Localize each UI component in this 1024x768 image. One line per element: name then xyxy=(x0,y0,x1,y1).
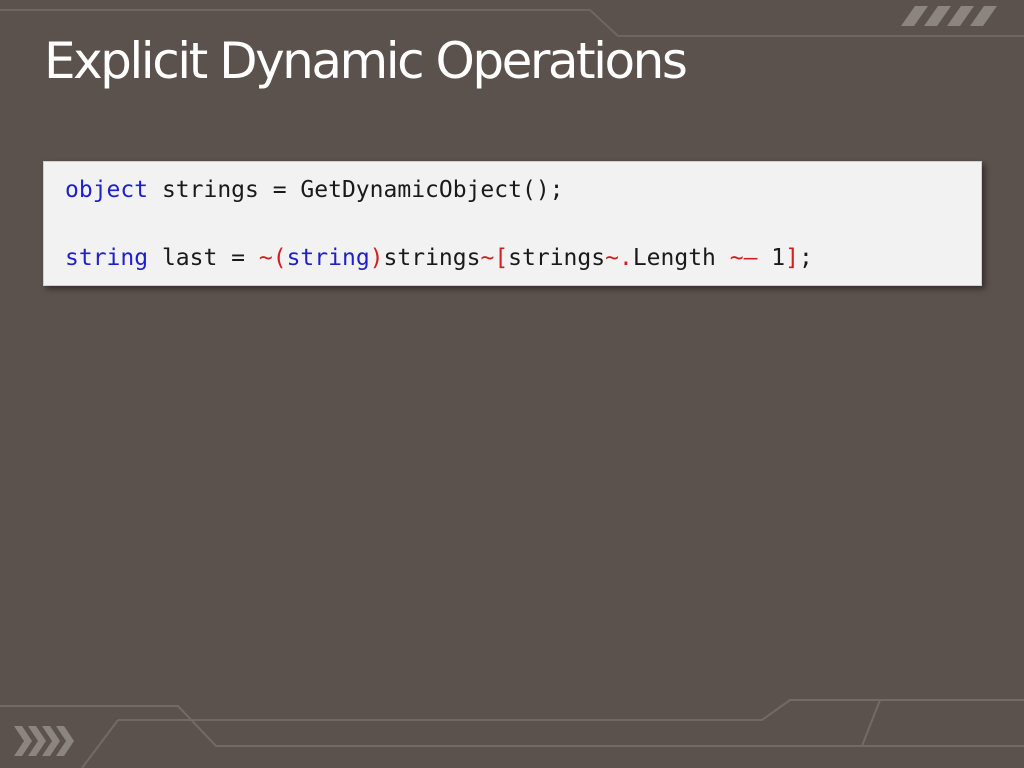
code-text: Length xyxy=(632,245,730,271)
code-text: ; xyxy=(799,245,813,271)
slide: Explicit Dynamic Operations object strin… xyxy=(0,0,1024,768)
bottom-frame-line-2 xyxy=(118,699,1024,721)
stripe-2 xyxy=(924,6,951,26)
code-text: strings = GetDynamicObject(); xyxy=(148,177,564,203)
code-text: last = xyxy=(148,245,259,271)
stripe-4 xyxy=(970,6,997,26)
stripe-3 xyxy=(947,6,974,26)
code-text: strings xyxy=(383,245,481,271)
dynamic-operator: ~. xyxy=(605,245,633,271)
dynamic-operator: ) xyxy=(369,245,384,271)
slide-decoration xyxy=(0,6,1024,768)
keyword-string-cast: string xyxy=(286,245,370,271)
dynamic-operator: ] xyxy=(785,245,800,271)
bottom-frame-line-4 xyxy=(861,699,881,747)
bottom-frame-line-3 xyxy=(81,719,119,768)
keyword-string: string xyxy=(65,245,149,271)
dynamic-operator: ~( xyxy=(258,245,287,271)
code-block: object strings = GetDynamicObject(); str… xyxy=(43,161,982,286)
chevron-arrows-icon xyxy=(14,726,74,756)
stripe-1 xyxy=(901,6,928,26)
dynamic-operator: ~[ xyxy=(480,245,509,271)
code-line-2: string last = ~(string)strings~[strings~… xyxy=(65,247,813,270)
dynamic-operator: ~– xyxy=(729,245,758,271)
code-text: 1 xyxy=(757,245,786,271)
keyword-object: object xyxy=(65,177,149,203)
slide-title: Explicit Dynamic Operations xyxy=(44,32,688,90)
code-text: strings xyxy=(508,245,606,271)
code-line-1: object strings = GetDynamicObject(); xyxy=(65,179,564,202)
